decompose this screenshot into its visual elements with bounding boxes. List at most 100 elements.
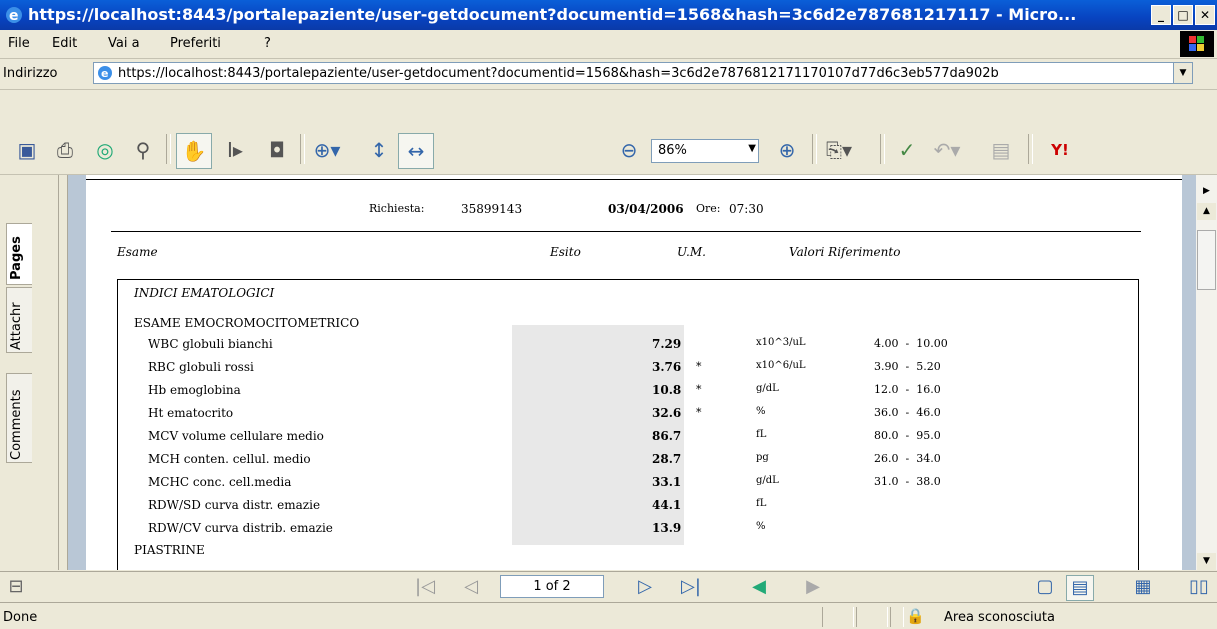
address-label: Indirizzo bbox=[3, 66, 58, 81]
window-title: https://localhost:8443/portalepaziente/u… bbox=[28, 5, 1077, 24]
result-value: 44.1 bbox=[652, 498, 682, 512]
result-value: 33.1 bbox=[652, 475, 682, 489]
menu-vai-a[interactable]: Vai a bbox=[108, 36, 140, 51]
select-text-icon[interactable]: I▸ bbox=[218, 133, 252, 167]
menu-help[interactable]: ? bbox=[264, 36, 271, 51]
continuous-icon[interactable]: ▤ bbox=[1066, 575, 1094, 601]
scrollbar-thumb[interactable] bbox=[1197, 230, 1216, 290]
toolbar-separator bbox=[166, 134, 171, 164]
result-unit: x10^3/uL bbox=[756, 337, 806, 348]
tab-attachments[interactable]: Attachr bbox=[6, 287, 32, 353]
spelling-icon[interactable]: ✓ bbox=[890, 133, 924, 167]
zoom-in-tool-icon[interactable]: ⊕▾ bbox=[310, 133, 344, 167]
result-unit: fL bbox=[756, 429, 767, 440]
result-name: RBC globuli rossi bbox=[148, 360, 254, 374]
result-reference: 4.00 - 10.00 bbox=[874, 337, 948, 350]
copy-icon[interactable]: ▤ bbox=[984, 133, 1018, 167]
single-page-icon[interactable]: ▢ bbox=[1032, 575, 1058, 599]
continuous-facing-icon[interactable]: ▯▯ bbox=[1186, 575, 1212, 599]
result-flag: * bbox=[696, 383, 702, 396]
report-date: 03/04/2006 bbox=[608, 202, 684, 216]
email-icon[interactable]: ◎ bbox=[88, 133, 122, 167]
result-name: RDW/SD curva distr. emazie bbox=[148, 498, 321, 512]
zoom-value: 86% bbox=[658, 143, 687, 158]
close-button[interactable]: ✕ bbox=[1195, 5, 1215, 25]
result-reference: 3.90 - 5.20 bbox=[874, 360, 941, 373]
richiesta-label: Richiesta: bbox=[369, 202, 425, 215]
go-back-icon[interactable]: ◀ bbox=[746, 575, 772, 599]
undo-icon[interactable]: ↶▾ bbox=[930, 133, 964, 167]
result-name: WBC globuli bianchi bbox=[148, 337, 273, 351]
result-value: 10.8 bbox=[652, 383, 682, 397]
result-unit: g/dL bbox=[756, 475, 779, 486]
tab-comments[interactable]: Comments bbox=[6, 373, 32, 463]
next-group-title: PIASTRINE bbox=[134, 543, 205, 557]
rotate-icon[interactable]: ⎘▾ bbox=[822, 133, 856, 167]
fit-page-icon[interactable]: ↕ bbox=[362, 133, 396, 167]
status-text: Done bbox=[3, 610, 38, 625]
fit-width-icon[interactable]: ↔ bbox=[398, 133, 434, 169]
print-icon[interactable]: ⎙ bbox=[48, 133, 82, 167]
page-number-input[interactable]: 1 of 2 bbox=[500, 575, 604, 598]
zoom-select[interactable]: 86% ▼ bbox=[651, 139, 759, 163]
result-unit: x10^6/uL bbox=[756, 360, 806, 371]
minimize-button[interactable]: _ bbox=[1151, 5, 1171, 25]
ore-value: 07:30 bbox=[729, 202, 764, 216]
header-rule bbox=[111, 231, 1141, 232]
result-name: Hb emoglobina bbox=[148, 383, 241, 397]
scroll-right-icon[interactable]: ▶ bbox=[1197, 183, 1216, 200]
menu-file[interactable]: File bbox=[8, 36, 30, 51]
last-page-icon[interactable]: ▷| bbox=[678, 575, 704, 599]
menu-preferiti[interactable]: Preferiti bbox=[170, 36, 221, 51]
address-dropdown-icon[interactable]: ▼ bbox=[1173, 63, 1192, 83]
yahoo-icon[interactable]: Y! bbox=[1040, 133, 1080, 167]
go-forward-icon[interactable]: ▶ bbox=[800, 575, 826, 599]
result-value: 3.76 bbox=[652, 360, 682, 374]
page-navigation-bar: ⊟ |◁ ◁ 1 of 2 ▷ ▷| ◀ ▶ ▢ ▤ ▦ ▯▯ bbox=[0, 571, 1217, 602]
result-name: MCV volume cellulare medio bbox=[148, 429, 324, 443]
menu-bar: File Edit Vai a Preferiti ? bbox=[0, 30, 1217, 59]
collapse-panel-icon[interactable]: ⊟ bbox=[3, 575, 29, 599]
hand-tool-icon[interactable]: ✋ bbox=[176, 133, 212, 169]
ie-icon: e bbox=[6, 7, 22, 24]
maximize-button[interactable]: □ bbox=[1173, 5, 1193, 25]
svg-text:e: e bbox=[101, 67, 108, 80]
address-input[interactable]: e https://localhost:8443/portalepaziente… bbox=[93, 62, 1193, 84]
find-icon[interactable]: ⚲ bbox=[126, 133, 160, 167]
address-url: https://localhost:8443/portalepaziente/u… bbox=[118, 66, 999, 81]
result-value: 86.7 bbox=[652, 429, 682, 443]
facing-icon[interactable]: ▦ bbox=[1130, 575, 1156, 599]
scroll-down-icon[interactable]: ▼ bbox=[1197, 553, 1216, 570]
tab-comments-label: Comments bbox=[9, 389, 24, 460]
zoom-in-icon[interactable]: ⊕ bbox=[770, 133, 804, 167]
top-rule bbox=[86, 179, 1182, 180]
windows-logo-icon bbox=[1180, 31, 1214, 57]
header-valori: Valori Riferimento bbox=[789, 245, 901, 259]
scroll-up-icon[interactable]: ▲ bbox=[1197, 203, 1216, 220]
result-reference: 31.0 - 38.0 bbox=[874, 475, 941, 488]
header-esame: Esame bbox=[117, 245, 158, 259]
zoom-out-icon[interactable]: ⊖ bbox=[612, 133, 646, 167]
header-esito: Esito bbox=[550, 245, 581, 259]
panel-splitter[interactable] bbox=[58, 175, 68, 570]
status-cell bbox=[890, 607, 904, 627]
toolbar-separator bbox=[812, 134, 817, 164]
save-icon[interactable]: ▣ bbox=[10, 133, 44, 167]
result-unit: g/dL bbox=[756, 383, 779, 394]
first-page-icon[interactable]: |◁ bbox=[412, 575, 438, 599]
result-name: RDW/CV curva distrib. emazie bbox=[148, 521, 333, 535]
header-um: U.M. bbox=[677, 245, 706, 259]
toolbar-separator bbox=[1028, 134, 1033, 164]
tab-pages[interactable]: Pages bbox=[6, 223, 32, 285]
result-value: 32.6 bbox=[652, 406, 682, 420]
section-title: INDICI EMATOLOGICI bbox=[134, 286, 275, 300]
zoom-dropdown-icon[interactable]: ▼ bbox=[748, 143, 756, 154]
result-unit: fL bbox=[756, 498, 767, 509]
menu-edit[interactable]: Edit bbox=[52, 36, 77, 51]
result-reference: 80.0 - 95.0 bbox=[874, 429, 941, 442]
next-page-icon[interactable]: ▷ bbox=[632, 575, 658, 599]
ore-label: Ore: bbox=[696, 202, 721, 215]
vertical-scrollbar[interactable]: ▶ ▲ ▼ bbox=[1196, 175, 1217, 570]
snapshot-icon[interactable]: ◘ bbox=[260, 133, 294, 167]
previous-page-icon[interactable]: ◁ bbox=[458, 575, 484, 599]
